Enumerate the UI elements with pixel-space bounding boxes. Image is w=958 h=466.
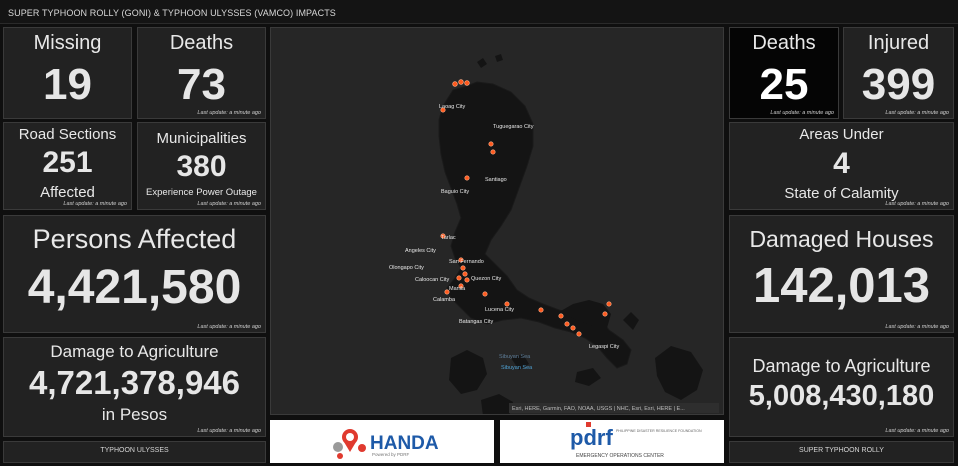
road-sections-value: 251	[42, 146, 93, 179]
agriculture-value: 5,008,430,180	[748, 380, 935, 412]
footer-label: TYPHOON ULYSSES	[100, 447, 169, 454]
areas-sublabel: State of Calamity	[784, 185, 899, 202]
deaths-card-ulysses[interactable]: Deaths 73 Last update: a minute ago	[137, 27, 266, 119]
persons-affected-card[interactable]: Persons Affected 4,421,580 Last update: …	[3, 215, 266, 333]
road-sections-card[interactable]: Road Sections 251 Affected Last update: …	[3, 122, 132, 210]
last-update: Last update: a minute ago	[885, 110, 949, 116]
last-update: Last update: a minute ago	[197, 201, 261, 207]
pdrf-logo: pdrf PHILIPPINE DISASTER RESILIENCE FOUN…	[570, 422, 702, 459]
last-update: Last update: a minute ago	[197, 110, 261, 116]
handa-logo-panel[interactable]: HANDA Powered by PDRF	[270, 420, 494, 463]
areas-value: 4	[833, 147, 850, 180]
missing-card[interactable]: Missing 19	[3, 27, 132, 119]
typhoon-ulysses-footer[interactable]: TYPHOON ULYSSES	[3, 441, 266, 463]
damaged-houses-value: 142,013	[752, 259, 931, 313]
super-typhoon-rolly-footer[interactable]: SUPER TYPHOON ROLLY	[729, 441, 954, 463]
areas-calamity-card[interactable]: Areas Under 4 State of Calamity Last upd…	[729, 122, 954, 210]
agriculture-sublabel: in Pesos	[101, 405, 168, 424]
sea-label: Sibuyan Sea	[499, 354, 531, 360]
last-update: Last update: a minute ago	[770, 110, 834, 116]
agriculture-damage-card-rolly[interactable]: Damage to Agriculture 5,008,430,180 Last…	[729, 337, 954, 437]
agriculture-label: Damage to Agriculture	[752, 356, 931, 376]
last-update: Last update: a minute ago	[197, 324, 261, 330]
city-label: Caloocan City	[415, 277, 449, 283]
city-label: Santiago	[485, 177, 507, 183]
handa-name: HANDA	[370, 433, 439, 454]
last-update: Last update: a minute ago	[885, 201, 949, 207]
missing-value: 19	[43, 60, 92, 109]
sea-label: Sibuyan Sea	[501, 365, 533, 371]
handa-logo: HANDA Powered by PDRF	[333, 429, 439, 459]
missing-label: Missing	[33, 32, 102, 54]
persons-affected-label: Persons Affected	[32, 224, 237, 254]
agriculture-value: 4,721,378,946	[28, 364, 241, 401]
header-bar: SUPER TYPHOON ROLLY (GONI) & TYPHOON ULY…	[0, 0, 958, 24]
last-update: Last update: a minute ago	[197, 428, 261, 434]
dashboard-title: SUPER TYPHOON ROLLY (GONI) & TYPHOON ULY…	[8, 8, 336, 18]
city-label: Angeles City	[405, 248, 436, 254]
damaged-houses-label: Damaged Houses	[749, 226, 934, 252]
footer-label: SUPER TYPHOON ROLLY	[799, 447, 884, 454]
municipalities-label: Municipalities	[156, 130, 247, 147]
deaths-value: 73	[177, 60, 226, 109]
map-attribution: Esri, HERE, Garmin, FAO, NOAA, USGS | NH…	[512, 406, 685, 412]
city-label: Lucena City	[485, 307, 514, 313]
city-label: Laoag City	[439, 104, 466, 110]
pdrf-caption: EMERGENCY OPERATIONS CENTER	[576, 453, 664, 459]
injured-value: 399	[861, 60, 936, 109]
city-label: Tarlac	[441, 235, 456, 241]
city-label: Baguio City	[441, 189, 469, 195]
road-sections-sublabel: Affected	[40, 184, 95, 201]
city-label: Quezon City	[471, 276, 502, 282]
city-label: Batangas City	[459, 319, 493, 325]
pdrf-logo-panel[interactable]: pdrf PHILIPPINE DISASTER RESILIENCE FOUN…	[500, 420, 724, 463]
agriculture-label: Damage to Agriculture	[50, 342, 219, 361]
agriculture-damage-card-ulysses[interactable]: Damage to Agriculture 4,721,378,946 in P…	[3, 337, 266, 437]
city-label: Calamba	[433, 297, 456, 303]
city-label: San Fernando	[449, 259, 484, 265]
road-sections-label: Road Sections	[18, 126, 117, 143]
city-label: Olongapo City	[389, 265, 424, 271]
deaths-label: Deaths	[752, 32, 816, 54]
city-label: Tuguegarao City	[493, 124, 534, 130]
city-label: Manila	[449, 286, 466, 292]
deaths-value: 25	[759, 60, 809, 109]
pdrf-name: pdrf	[570, 425, 613, 450]
damaged-houses-card[interactable]: Damaged Houses 142,013 Last update: a mi…	[729, 215, 954, 333]
deaths-label: Deaths	[169, 32, 234, 54]
luzon-map[interactable]: Laoag City Tuguegarao City Santiago Bagu…	[271, 28, 724, 415]
deaths-card-rolly[interactable]: Deaths 25 Last update: a minute ago	[729, 27, 839, 119]
persons-affected-value: 4,421,580	[27, 261, 242, 314]
injured-label: Injured	[867, 32, 930, 54]
last-update: Last update: a minute ago	[885, 428, 949, 434]
last-update: Last update: a minute ago	[885, 324, 949, 330]
injured-card[interactable]: Injured 399 Last update: a minute ago	[843, 27, 954, 119]
city-label: Legaspi City	[589, 344, 620, 350]
areas-label: Areas Under	[799, 126, 884, 143]
last-update: Last update: a minute ago	[63, 201, 127, 207]
typhoon-impact-map[interactable]: Laoag City Tuguegarao City Santiago Bagu…	[270, 27, 724, 415]
municipalities-card[interactable]: Municipalities 380 Experience Power Outa…	[137, 122, 266, 210]
pdrf-subtitle: PHILIPPINE DISASTER RESILIENCE FOUNDATIO…	[616, 429, 702, 433]
municipalities-sublabel: Experience Power Outage	[146, 187, 257, 198]
handa-tagline: Powered by PDRF	[372, 452, 410, 457]
municipalities-value: 380	[176, 150, 227, 183]
